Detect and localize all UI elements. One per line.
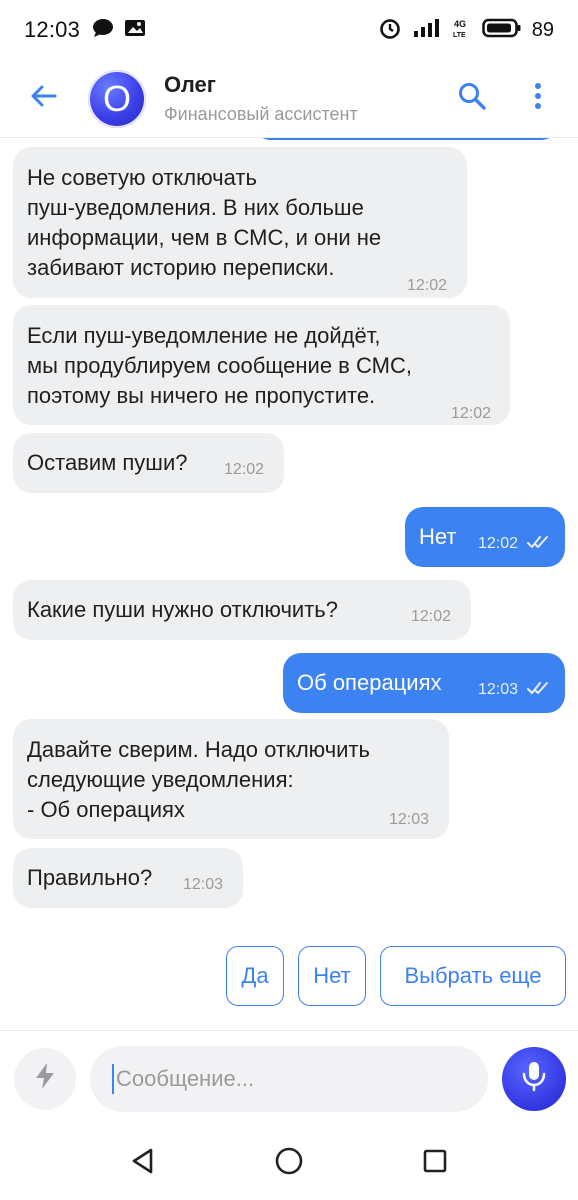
lightning-icon — [34, 1062, 56, 1095]
message-incoming[interactable]: Давайте сверим. Надо отключить следующие… — [13, 719, 449, 839]
composer: Сообщение... — [0, 1030, 578, 1126]
avatar-letter: O — [102, 77, 131, 119]
message-time: 12:03 — [389, 811, 430, 828]
search-button[interactable] — [452, 79, 492, 119]
more-vertical-icon — [533, 81, 543, 116]
message-time: 12:02 — [407, 277, 448, 294]
contact-name: Олег — [164, 72, 216, 97]
message-incoming[interactable]: Правильно? 12:03 — [13, 848, 243, 908]
message-time: 12:02 — [411, 608, 452, 625]
search-icon — [457, 81, 487, 116]
message-incoming[interactable]: Какие пуши нужно отключить? 12:02 — [13, 580, 471, 640]
message-time: 12:02 — [478, 535, 519, 552]
network-4g-icon: 4G LTE — [452, 17, 472, 44]
message-time: 12:03 — [183, 876, 224, 893]
message-text: Если пуш-уведомление не дойдёт, мы проду… — [27, 323, 412, 408]
message-outgoing[interactable]: Об операциях 12:03 — [283, 653, 565, 713]
status-time: 12:03 — [24, 17, 81, 42]
quick-reply-no[interactable]: Нет — [298, 946, 366, 1006]
voice-input-button[interactable] — [502, 1046, 566, 1111]
battery-icon — [482, 17, 522, 44]
message-text: Давайте сверим. Надо отключить следующие… — [27, 737, 370, 822]
double-check-icon — [527, 528, 551, 558]
message-incoming[interactable]: Не советую отключать пуш-уведомления. В … — [13, 147, 467, 298]
message-time: 12:03 — [478, 681, 519, 698]
contact-subtitle: Финансовый ассистент — [164, 104, 358, 124]
square-recents-icon — [422, 1148, 448, 1179]
back-button[interactable] — [16, 71, 72, 127]
message-incoming[interactable]: Если пуш-уведомление не дойдёт, мы проду… — [13, 305, 510, 425]
message-time: 12:02 — [451, 405, 492, 422]
message-text: Не советую отключать пуш-уведомления. В … — [27, 165, 382, 280]
chat-header: O Олег Финансовый ассистент — [0, 60, 578, 138]
nav-recents-button[interactable] — [411, 1139, 459, 1187]
message-outgoing[interactable]: Нет 12:02 — [405, 507, 565, 567]
system-nav-bar — [0, 1126, 578, 1200]
previous-message-bubble — [256, 138, 556, 140]
image-notification-icon — [124, 18, 146, 43]
nav-back-button[interactable] — [119, 1139, 167, 1187]
svg-text:4G: 4G — [454, 19, 466, 29]
circle-home-icon — [274, 1146, 304, 1181]
triangle-back-icon — [129, 1147, 157, 1180]
microphone-icon — [521, 1060, 547, 1097]
avatar[interactable]: O — [88, 69, 146, 128]
quick-replies: Да Нет Выбрать еще — [226, 946, 566, 1006]
text-caret — [112, 1063, 114, 1094]
arrow-left-icon — [29, 81, 59, 116]
contact-info[interactable]: Олег Финансовый ассистент — [164, 72, 358, 125]
status-bar: 12:03 4G LTE 89 — [0, 0, 578, 60]
message-time: 12:02 — [224, 461, 265, 478]
signal-icon — [412, 17, 442, 44]
message-incoming[interactable]: Оставим пуши? 12:02 — [13, 433, 284, 493]
quick-reply-choose-more[interactable]: Выбрать еще — [380, 946, 566, 1006]
quick-reply-yes[interactable]: Да — [226, 946, 284, 1006]
battery-percent: 89 — [531, 18, 554, 41]
double-check-icon — [527, 674, 551, 704]
alarm-icon — [378, 16, 402, 45]
message-text: Какие пуши нужно отключить? — [27, 597, 338, 622]
svg-text:LTE: LTE — [453, 32, 466, 39]
chat-notification-icon — [92, 18, 114, 43]
nav-home-button[interactable] — [265, 1139, 313, 1187]
more-options-button[interactable] — [518, 79, 558, 119]
message-input[interactable]: Сообщение... — [90, 1045, 488, 1112]
quick-actions-button[interactable] — [14, 1047, 76, 1110]
message-input-placeholder: Сообщение... — [116, 1065, 255, 1091]
message-list[interactable]: Не советую отключать пуш-уведомления. В … — [0, 138, 578, 1028]
